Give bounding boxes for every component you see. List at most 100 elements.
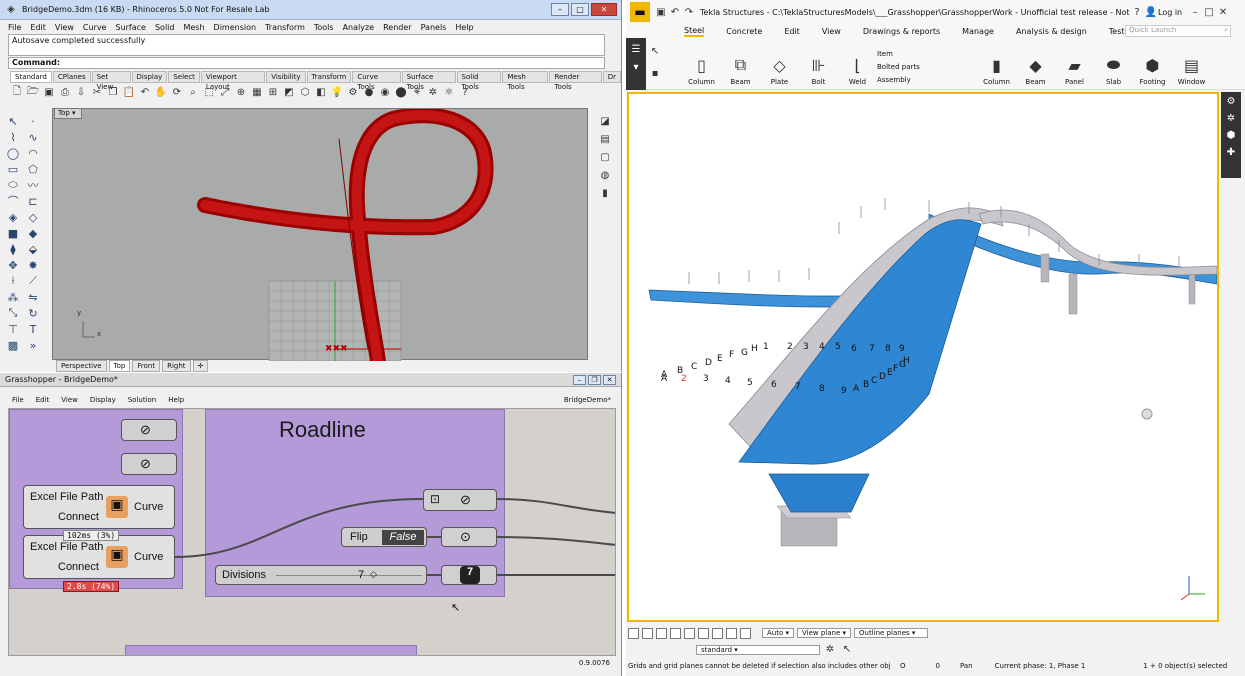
tekla-minimize-icon[interactable]: –: [1188, 5, 1202, 19]
gh-menu-display[interactable]: Display: [90, 396, 116, 404]
gh-curve-component[interactable]: ⊡ ⊘: [423, 489, 497, 511]
ribbon-steel-column[interactable]: ▯ Column: [682, 56, 721, 86]
array-icon[interactable]: ⁂: [6, 290, 20, 304]
tab-curve-tools[interactable]: Curve Tools: [352, 71, 401, 91]
snap-perp-icon[interactable]: [698, 627, 709, 639]
viewport-tab-top[interactable]: Top: [108, 360, 131, 372]
tab-render-tools[interactable]: Render Tools: [549, 71, 602, 91]
tekla-user-icon[interactable]: 👤: [1144, 5, 1158, 19]
environment-icon[interactable]: ⚘: [410, 85, 424, 99]
snap-intersect-icon[interactable]: [684, 627, 695, 639]
options-icon[interactable]: ✲: [426, 85, 440, 99]
gh-menu-solution[interactable]: Solution: [128, 396, 157, 404]
tekla-snap-icon[interactable]: ▪: [648, 66, 662, 80]
grid-icon[interactable]: ⊞: [266, 85, 280, 99]
outline-planes-dropdown[interactable]: Outline planes ▾: [854, 628, 929, 638]
menu-panels[interactable]: Panels: [421, 23, 447, 32]
divisions-track[interactable]: [276, 575, 422, 576]
scale-icon[interactable]: ⤡: [6, 306, 20, 320]
tekla-maximize-icon[interactable]: □: [1202, 5, 1216, 19]
quick-launch-input[interactable]: Quick Launch ⌕: [1125, 25, 1231, 37]
tekla-tab-concrete[interactable]: Concrete: [726, 27, 762, 36]
render-icon[interactable]: ◉: [378, 85, 392, 99]
cut-icon[interactable]: ✂: [90, 85, 104, 99]
ribbon-concrete-beam[interactable]: ◆ Beam: [1016, 56, 1055, 86]
pointer-icon[interactable]: ↖: [840, 643, 854, 657]
ellipse-icon[interactable]: ⬭: [6, 178, 20, 192]
offset-icon[interactable]: ⊏: [26, 194, 40, 208]
zoom-selected-icon[interactable]: ⊕: [234, 85, 248, 99]
copy-icon[interactable]: ❐: [106, 85, 120, 99]
display-panel-icon[interactable]: ▢: [598, 150, 612, 164]
mesh-icon[interactable]: ⧫: [6, 242, 20, 256]
layer-icon[interactable]: ◧: [314, 85, 328, 99]
tekla-select-arrow-icon[interactable]: ↖: [648, 44, 662, 58]
menu-surface[interactable]: Surface: [115, 23, 145, 32]
arc-icon[interactable]: ◠: [26, 146, 40, 160]
tab-standard[interactable]: Standard: [10, 71, 52, 83]
move-icon[interactable]: ✥: [6, 258, 20, 272]
menu-tools[interactable]: Tools: [314, 23, 334, 32]
select-arrow-icon[interactable]: ↖: [6, 114, 20, 128]
tekla-tab-view[interactable]: View: [822, 27, 841, 36]
boolean-icon[interactable]: ⬙: [26, 242, 40, 256]
fillet-icon[interactable]: ⌒: [6, 194, 20, 208]
tekla-3d-view[interactable]: A B C D E F G H 1 2 3 4 5 6 7 8 9 A 2 3 …: [627, 92, 1219, 622]
ribbon-footing[interactable]: ⬢ Footing: [1133, 56, 1172, 86]
side-collapse-icon[interactable]: ▾: [629, 60, 643, 74]
selection-filter-dropdown[interactable]: standard ▾: [696, 644, 820, 655]
tekla-settings-icon[interactable]: ⚙: [1227, 96, 1236, 107]
gh-flip-output[interactable]: ⊙: [441, 527, 497, 547]
maximize-button[interactable]: □: [571, 3, 589, 16]
tekla-save-icon[interactable]: ▣: [654, 5, 668, 19]
divisions-handle-icon[interactable]: ◇: [370, 569, 377, 580]
color-panel-icon[interactable]: ◍: [598, 168, 612, 182]
snap-end-icon[interactable]: [642, 627, 653, 639]
menu-help[interactable]: Help: [455, 23, 473, 32]
gh-flip-toggle[interactable]: Flip False: [341, 527, 427, 547]
print-icon[interactable]: ⎙: [58, 85, 72, 99]
close-button[interactable]: ✕: [591, 3, 617, 16]
help-icon[interactable]: ?: [458, 85, 472, 99]
ribbon-plate[interactable]: ◇ Plate: [760, 56, 799, 86]
tab-visibility[interactable]: Visibility: [266, 71, 306, 83]
gh-menu-edit[interactable]: Edit: [36, 396, 50, 404]
snap-free-icon[interactable]: [740, 627, 751, 639]
hamburger-menu-icon[interactable]: ☰: [629, 42, 643, 56]
import-icon[interactable]: ⇩: [74, 85, 88, 99]
tekla-login[interactable]: Log in: [1158, 8, 1182, 17]
tab-set-view[interactable]: Set View: [91, 71, 131, 91]
dimension-icon[interactable]: ⊤: [6, 322, 20, 336]
ribbon-bolted-parts[interactable]: Bolted parts: [877, 63, 977, 71]
explode-icon[interactable]: ✸: [26, 258, 40, 272]
viewport-tab-right[interactable]: Right: [162, 360, 191, 372]
gh-restore-button[interactable]: ❐: [588, 374, 601, 385]
menu-dimension[interactable]: Dimension: [214, 23, 257, 32]
menu-transform[interactable]: Transform: [265, 23, 305, 32]
point-icon[interactable]: ·: [26, 114, 40, 128]
viewport-tab-perspective[interactable]: Perspective: [56, 360, 107, 372]
zoom-icon[interactable]: ⌕: [186, 85, 200, 99]
ribbon-concrete-column[interactable]: ▮ Column: [977, 56, 1016, 86]
menu-render[interactable]: Render: [383, 23, 411, 32]
text-icon[interactable]: T: [26, 322, 40, 336]
mirror-icon[interactable]: ⇋: [26, 290, 40, 304]
cplane-icon[interactable]: ◩: [282, 85, 296, 99]
add-viewport-icon[interactable]: ✛: [192, 360, 209, 372]
freeform-icon[interactable]: 〰: [26, 178, 40, 192]
flip-value[interactable]: False: [382, 530, 424, 545]
sphere-icon[interactable]: ⬤: [394, 85, 408, 99]
tab-cplanes[interactable]: CPlanes: [52, 71, 91, 83]
tekla-tab-manage[interactable]: Manage: [962, 27, 994, 36]
auto-dropdown[interactable]: Auto ▾: [762, 628, 795, 638]
snap-point-icon[interactable]: [628, 627, 639, 639]
gh-param-surface-1[interactable]: ⊘: [121, 419, 177, 441]
gh-divisions-output[interactable]: 7: [441, 565, 497, 585]
gh-minimize-button[interactable]: –: [573, 374, 586, 385]
snap-mid-icon[interactable]: [670, 627, 681, 639]
menu-file[interactable]: File: [8, 23, 21, 32]
tab-surface-tools[interactable]: Surface Tools: [401, 71, 456, 91]
snap-nearest-icon[interactable]: [726, 627, 737, 639]
tab-solid-tools[interactable]: Solid Tools: [456, 71, 502, 91]
block-icon[interactable]: ▩: [6, 338, 20, 352]
